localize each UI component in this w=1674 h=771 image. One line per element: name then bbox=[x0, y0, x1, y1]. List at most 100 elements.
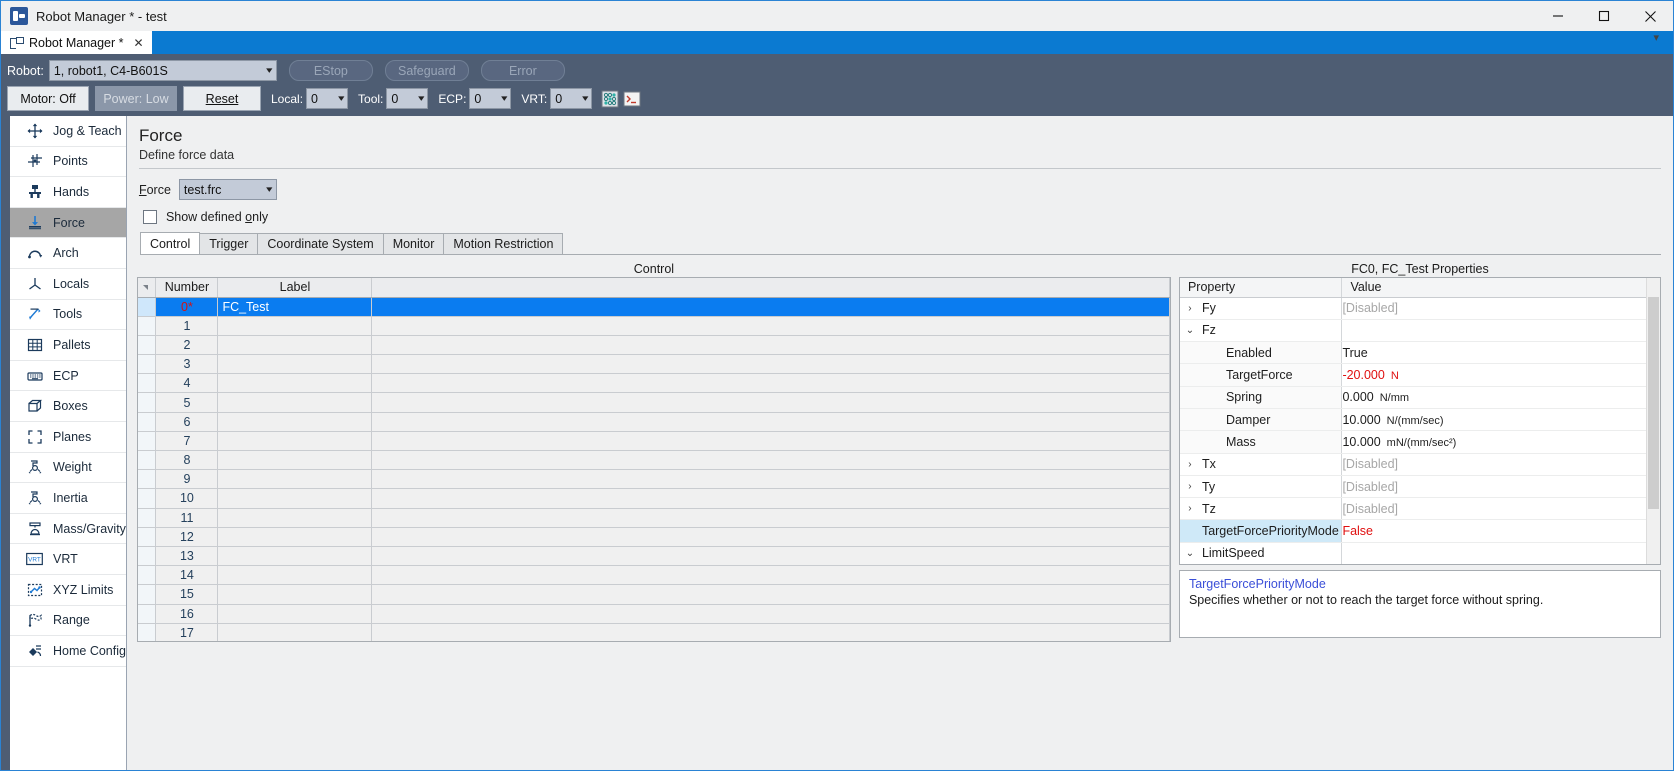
row-selector-cell[interactable] bbox=[138, 508, 156, 527]
sidebar-item-home-config[interactable]: Home Config bbox=[10, 636, 126, 667]
vrt-select[interactable]: 0 ▾ bbox=[550, 88, 592, 109]
sidebar-item-mass-gravity[interactable]: Mass/Gravity bbox=[10, 514, 126, 545]
properties-grid[interactable]: Property Value ›Fy[Disabled]⌄FzEnabledTr… bbox=[1179, 277, 1661, 565]
cell-description[interactable] bbox=[372, 489, 1170, 508]
property-name-cell[interactable]: TargetForce bbox=[1180, 364, 1342, 386]
property-row[interactable]: ›Fy[Disabled] bbox=[1180, 297, 1660, 319]
cell-label[interactable] bbox=[218, 431, 372, 450]
sidebar-item-jog-teach[interactable]: Jog & Teach bbox=[10, 116, 126, 147]
tab-trigger[interactable]: Trigger bbox=[199, 233, 258, 254]
table-row[interactable]: 16 bbox=[138, 604, 1170, 623]
sidebar-item-planes[interactable]: Planes bbox=[10, 422, 126, 453]
sidebar-item-tools[interactable]: Tools bbox=[10, 300, 126, 331]
column-header-description[interactable] bbox=[372, 278, 1170, 297]
cell-label[interactable] bbox=[218, 585, 372, 604]
cell-number[interactable]: 3 bbox=[156, 355, 218, 374]
table-row[interactable]: 3 bbox=[138, 355, 1170, 374]
property-name-cell[interactable]: ›Ty bbox=[1180, 475, 1342, 497]
cell-label[interactable] bbox=[218, 374, 372, 393]
chevron-right-icon[interactable]: › bbox=[1180, 459, 1200, 470]
table-row[interactable]: 7 bbox=[138, 431, 1170, 450]
property-name-cell[interactable]: ›Tx bbox=[1180, 453, 1342, 475]
maximize-button[interactable] bbox=[1581, 1, 1627, 31]
chevron-right-icon[interactable]: › bbox=[1180, 481, 1200, 492]
row-selector-cell[interactable] bbox=[138, 566, 156, 585]
cell-label[interactable] bbox=[218, 470, 372, 489]
force-file-select[interactable]: test.frc ▾ bbox=[179, 179, 277, 200]
cell-number[interactable]: 12 bbox=[156, 527, 218, 546]
cell-label[interactable]: FC_Test bbox=[218, 297, 372, 316]
cell-number[interactable]: 1 bbox=[156, 316, 218, 335]
cell-number[interactable]: 13 bbox=[156, 546, 218, 565]
minimize-button[interactable] bbox=[1535, 1, 1581, 31]
property-row[interactable]: EnabledTrue bbox=[1180, 342, 1660, 364]
cell-label[interactable] bbox=[218, 546, 372, 565]
cell-number[interactable]: 16 bbox=[156, 604, 218, 623]
cell-number[interactable]: 15 bbox=[156, 585, 218, 604]
property-value-cell[interactable]: [Disabled] bbox=[1342, 498, 1660, 520]
property-value-cell[interactable]: -20.000N bbox=[1342, 364, 1660, 386]
cell-description[interactable] bbox=[372, 546, 1170, 565]
property-row[interactable]: ›Tx[Disabled] bbox=[1180, 453, 1660, 475]
cell-number[interactable]: 10 bbox=[156, 489, 218, 508]
cell-description[interactable] bbox=[372, 374, 1170, 393]
table-row[interactable]: 9 bbox=[138, 470, 1170, 489]
cell-label[interactable] bbox=[218, 451, 372, 470]
sidebar-item-boxes[interactable]: Boxes bbox=[10, 391, 126, 422]
property-row[interactable]: Mass10.000mN/(mm/sec²) bbox=[1180, 431, 1660, 453]
row-selector-cell[interactable] bbox=[138, 489, 156, 508]
property-value-cell[interactable]: [Disabled] bbox=[1342, 453, 1660, 475]
property-name-cell[interactable]: Spring bbox=[1180, 386, 1342, 408]
table-row[interactable]: 14 bbox=[138, 566, 1170, 585]
property-name-cell[interactable]: TargetForcePriorityMode bbox=[1180, 520, 1342, 542]
io-monitor-icon[interactable] bbox=[600, 89, 620, 109]
sidebar-item-range[interactable]: Range bbox=[10, 606, 126, 637]
property-row[interactable]: ›Tz[Disabled] bbox=[1180, 498, 1660, 520]
cell-description[interactable] bbox=[372, 412, 1170, 431]
property-value-cell[interactable]: 10.000N/(mm/sec) bbox=[1342, 408, 1660, 430]
cell-description[interactable] bbox=[372, 623, 1170, 642]
table-row[interactable]: 8 bbox=[138, 451, 1170, 470]
sidebar-item-ecp[interactable]: ECP bbox=[10, 361, 126, 392]
tab-coordinate-system[interactable]: Coordinate System bbox=[257, 233, 383, 254]
sidebar-item-points[interactable]: Points bbox=[10, 147, 126, 178]
chevron-down-icon[interactable]: ▾ bbox=[1653, 31, 1659, 44]
row-selector-cell[interactable] bbox=[138, 623, 156, 642]
cell-number[interactable]: 11 bbox=[156, 508, 218, 527]
robot-select[interactable]: 1, robot1, C4-B601S ▾ bbox=[49, 60, 277, 81]
power-state-button[interactable]: Power: Low bbox=[95, 86, 177, 111]
command-window-icon[interactable] bbox=[622, 89, 642, 109]
motor-state-button[interactable]: Motor: Off bbox=[7, 86, 89, 111]
row-selector-cell[interactable] bbox=[138, 393, 156, 412]
property-name-cell[interactable]: ⌄LimitSpeed bbox=[1180, 542, 1342, 564]
row-selector-cell[interactable] bbox=[138, 316, 156, 335]
cell-label[interactable] bbox=[218, 527, 372, 546]
sidebar-item-arch[interactable]: Arch bbox=[10, 238, 126, 269]
row-selector-cell[interactable] bbox=[138, 412, 156, 431]
table-row[interactable]: 11 bbox=[138, 508, 1170, 527]
row-selector-cell[interactable] bbox=[138, 527, 156, 546]
cell-number[interactable]: 6 bbox=[156, 412, 218, 431]
column-header-property[interactable]: Property bbox=[1180, 278, 1342, 297]
local-select[interactable]: 0 ▾ bbox=[306, 88, 348, 109]
cell-number[interactable]: 4 bbox=[156, 374, 218, 393]
document-tab-robot-manager[interactable]: Robot Manager * ✕ bbox=[1, 31, 152, 54]
cell-description[interactable] bbox=[372, 316, 1170, 335]
property-row[interactable]: Damper10.000N/(mm/sec) bbox=[1180, 408, 1660, 430]
sidebar-item-locals[interactable]: Locals bbox=[10, 269, 126, 300]
cell-description[interactable] bbox=[372, 470, 1170, 489]
close-icon[interactable]: ✕ bbox=[134, 36, 144, 50]
property-value-cell[interactable]: 10.000mN/(mm/sec²) bbox=[1342, 431, 1660, 453]
column-header-label[interactable]: Label bbox=[218, 278, 372, 297]
ecp-select[interactable]: 0 ▾ bbox=[469, 88, 511, 109]
cell-number[interactable]: 14 bbox=[156, 566, 218, 585]
property-row[interactable]: TargetForcePriorityModeFalse▾ bbox=[1180, 520, 1660, 542]
cell-label[interactable] bbox=[218, 412, 372, 431]
row-selector-cell[interactable] bbox=[138, 451, 156, 470]
cell-number[interactable]: 0* bbox=[156, 297, 218, 316]
cell-label[interactable] bbox=[218, 335, 372, 354]
close-button[interactable] bbox=[1627, 1, 1673, 31]
cell-description[interactable] bbox=[372, 431, 1170, 450]
row-selector-cell[interactable] bbox=[138, 297, 156, 316]
scrollbar-thumb[interactable] bbox=[1648, 297, 1659, 509]
